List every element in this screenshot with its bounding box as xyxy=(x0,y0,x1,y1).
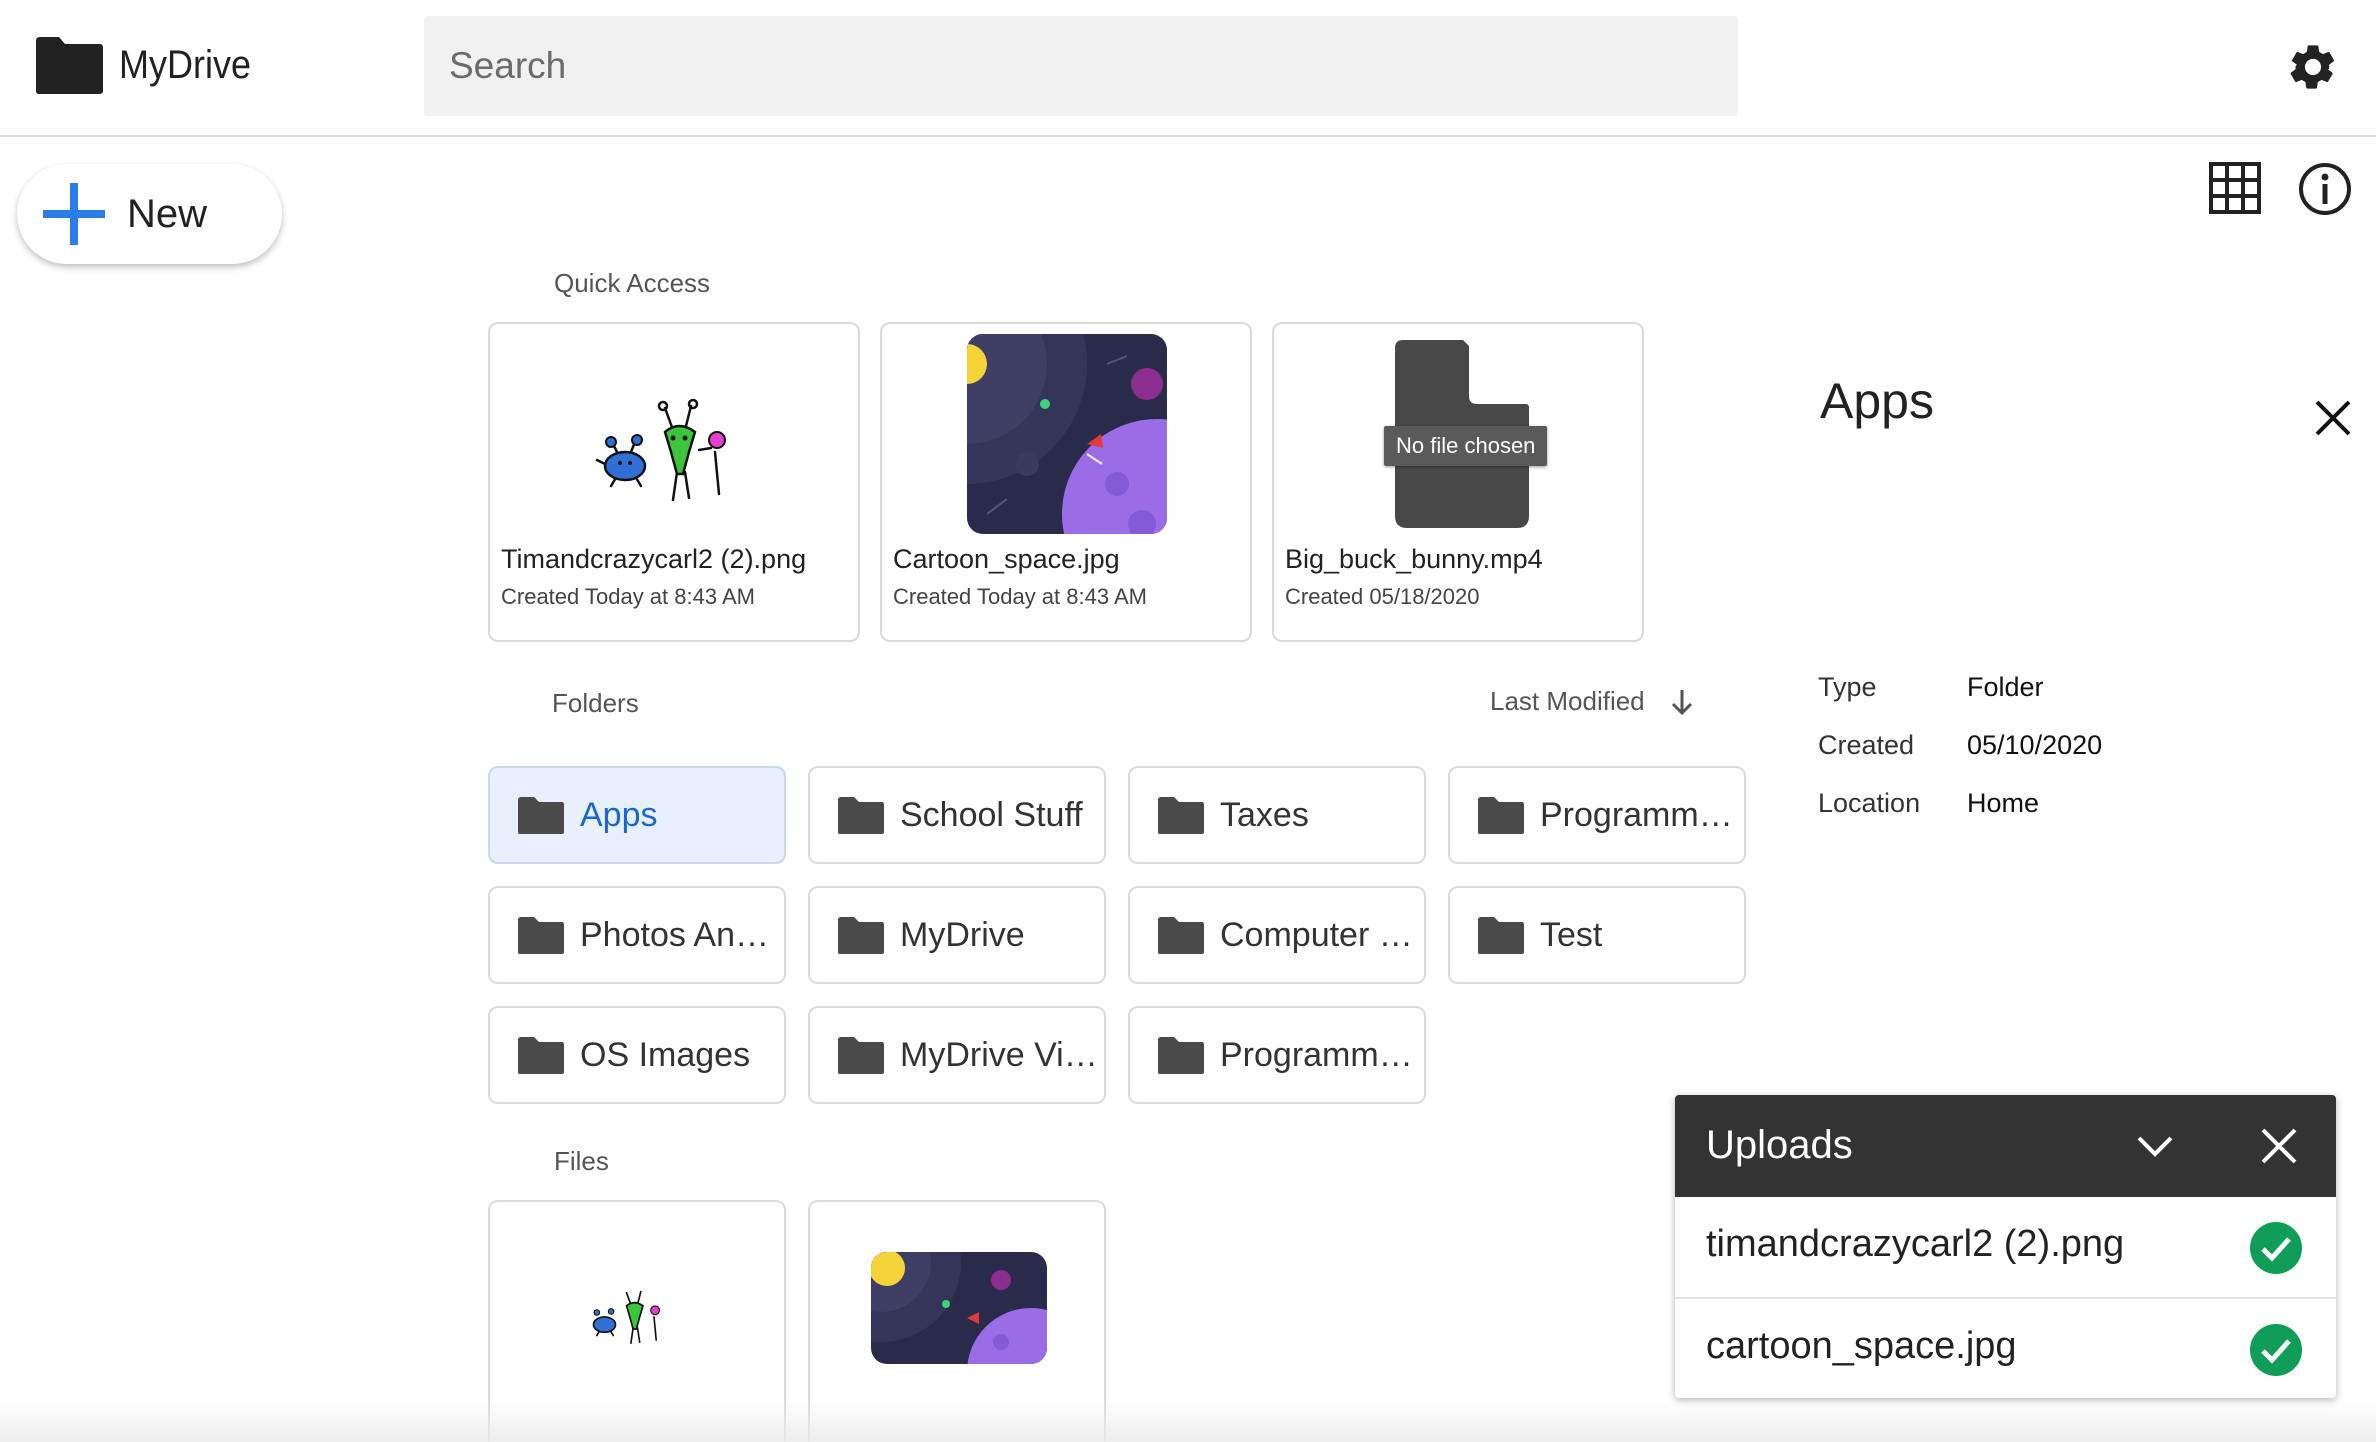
chevron-down-icon[interactable] xyxy=(2135,1130,2175,1160)
folder-item[interactable]: Photos And… xyxy=(488,886,786,984)
folder-icon xyxy=(1478,917,1524,954)
folder-icon xyxy=(838,1037,884,1074)
quick-access-file-name: Cartoon_space.jpg xyxy=(893,544,1120,574)
folder-name: MyDrive Vid… xyxy=(900,1035,1100,1074)
quick-access-card[interactable]: Timandcrazycarl2 (2).png Created Today a… xyxy=(488,322,860,642)
detail-created-label: Created xyxy=(1818,730,1915,760)
folder-item[interactable]: MyDrive Vid… xyxy=(808,1006,1106,1104)
sort-last-modified[interactable]: Last Modified xyxy=(1490,686,1697,717)
uploads-title: Uploads xyxy=(1706,1123,1853,1167)
folder-icon xyxy=(838,917,884,954)
search-input[interactable] xyxy=(424,16,1738,116)
folder-logo-icon xyxy=(36,37,103,94)
folder-item[interactable]: OS Images xyxy=(488,1006,786,1104)
uploads-header: Uploads xyxy=(1675,1095,2336,1197)
detail-type-label: Type xyxy=(1818,672,1877,702)
arrow-down-icon xyxy=(1671,689,1692,715)
folder-name: Programmi… xyxy=(1540,795,1740,834)
folder-name: School Stuff xyxy=(900,795,1083,834)
folder-item[interactable]: Programmi… xyxy=(1128,1006,1426,1104)
folder-name: MyDrive xyxy=(900,915,1025,954)
folder-icon xyxy=(1478,797,1524,834)
folders-title: Folders xyxy=(552,688,639,718)
folder-name: Apps xyxy=(580,795,658,834)
folder-item[interactable]: MyDrive xyxy=(808,886,1106,984)
folder-icon xyxy=(838,797,884,834)
folder-name: OS Images xyxy=(580,1035,751,1074)
check-circle-icon xyxy=(2250,1324,2302,1376)
folder-icon xyxy=(1158,917,1204,954)
quick-access-card[interactable]: Cartoon_space.jpg Created Today at 8:43 … xyxy=(880,322,1252,642)
new-button[interactable]: New xyxy=(17,164,282,264)
space-image-thumbnail xyxy=(967,334,1167,534)
app-logo[interactable]: MyDrive xyxy=(33,35,266,95)
details-title: Apps xyxy=(1820,373,1934,429)
check-circle-icon xyxy=(2250,1222,2302,1274)
close-details-icon[interactable] xyxy=(2313,398,2353,438)
folder-item[interactable]: Programmi… xyxy=(1448,766,1746,864)
app-name: MyDrive xyxy=(119,42,252,87)
settings-gear-icon[interactable] xyxy=(2286,40,2340,94)
grid-view-icon[interactable] xyxy=(2209,162,2261,214)
folder-icon xyxy=(518,1037,564,1074)
quick-access-file-date: Created 05/18/2020 xyxy=(1285,584,1480,609)
uploads-panel: Uploads timandcrazycarl2 (2).png cartoon… xyxy=(1675,1095,2336,1398)
files-title: Files xyxy=(554,1146,609,1176)
upload-file-name: timandcrazycarl2 (2).png xyxy=(1706,1223,2125,1265)
space-image-thumbnail xyxy=(871,1252,1047,1364)
folder-icon xyxy=(518,797,564,834)
close-uploads-icon[interactable] xyxy=(2259,1126,2299,1166)
detail-created-value: 05/10/2020 xyxy=(1967,730,2103,760)
bottom-scroll-shadow xyxy=(0,1400,2376,1442)
folder-item[interactable]: School Stuff xyxy=(808,766,1106,864)
no-file-chosen-tooltip: No file chosen xyxy=(1384,426,1548,466)
folder-name: Photos And… xyxy=(580,915,780,954)
aliens-drawing-thumbnail xyxy=(592,1290,661,1345)
upload-item[interactable]: cartoon_space.jpg xyxy=(1675,1297,2336,1397)
file-card[interactable] xyxy=(808,1200,1106,1442)
detail-location-label: Location xyxy=(1818,788,1921,818)
folder-item[interactable]: Taxes xyxy=(1128,766,1426,864)
plus-icon xyxy=(43,183,105,245)
quick-access-file-date: Created Today at 8:43 AM xyxy=(893,584,1147,609)
folder-name: Taxes xyxy=(1220,795,1309,834)
aliens-drawing-thumbnail xyxy=(595,398,726,502)
folder-apps-selected[interactable]: Apps xyxy=(488,766,786,864)
folder-name: Test xyxy=(1540,915,1603,954)
folder-name: Programmi… xyxy=(1220,1035,1420,1074)
folder-item[interactable]: Computer … xyxy=(1128,886,1426,984)
info-icon[interactable] xyxy=(2298,162,2352,216)
quick-access-card[interactable]: No file chosen Big_buck_bunny.mp4 Create… xyxy=(1272,322,1644,642)
folder-icon xyxy=(1158,797,1204,834)
quick-access-title: Quick Access xyxy=(554,268,711,298)
top-bar: MyDrive xyxy=(0,0,2376,137)
upload-file-name: cartoon_space.jpg xyxy=(1706,1325,2017,1367)
detail-type-value: Folder xyxy=(1967,672,2044,702)
new-button-label: New xyxy=(127,191,208,236)
upload-item[interactable]: timandcrazycarl2 (2).png xyxy=(1675,1197,2336,1297)
folder-icon xyxy=(1158,1037,1204,1074)
file-card[interactable] xyxy=(488,1200,786,1442)
quick-access-file-date: Created Today at 8:43 AM xyxy=(501,584,755,609)
sort-label: Last Modified xyxy=(1490,686,1645,716)
quick-access-file-name: Big_buck_bunny.mp4 xyxy=(1285,544,1543,574)
quick-access-file-name: Timandcrazycarl2 (2).png xyxy=(501,544,807,574)
folder-name: Computer … xyxy=(1220,915,1413,954)
folder-icon xyxy=(518,917,564,954)
detail-location-value: Home xyxy=(1967,788,2040,818)
folder-item[interactable]: Test xyxy=(1448,886,1746,984)
